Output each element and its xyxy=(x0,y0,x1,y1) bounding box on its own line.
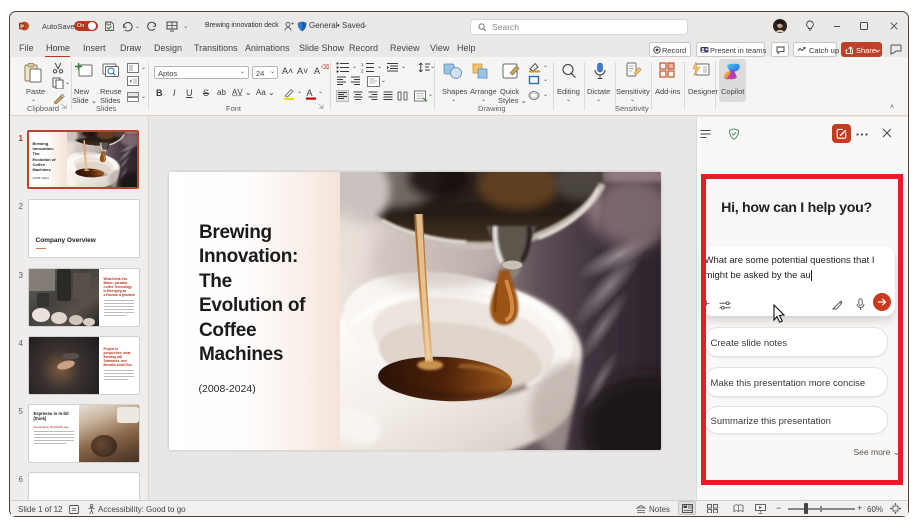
svg-text:P: P xyxy=(20,24,24,30)
